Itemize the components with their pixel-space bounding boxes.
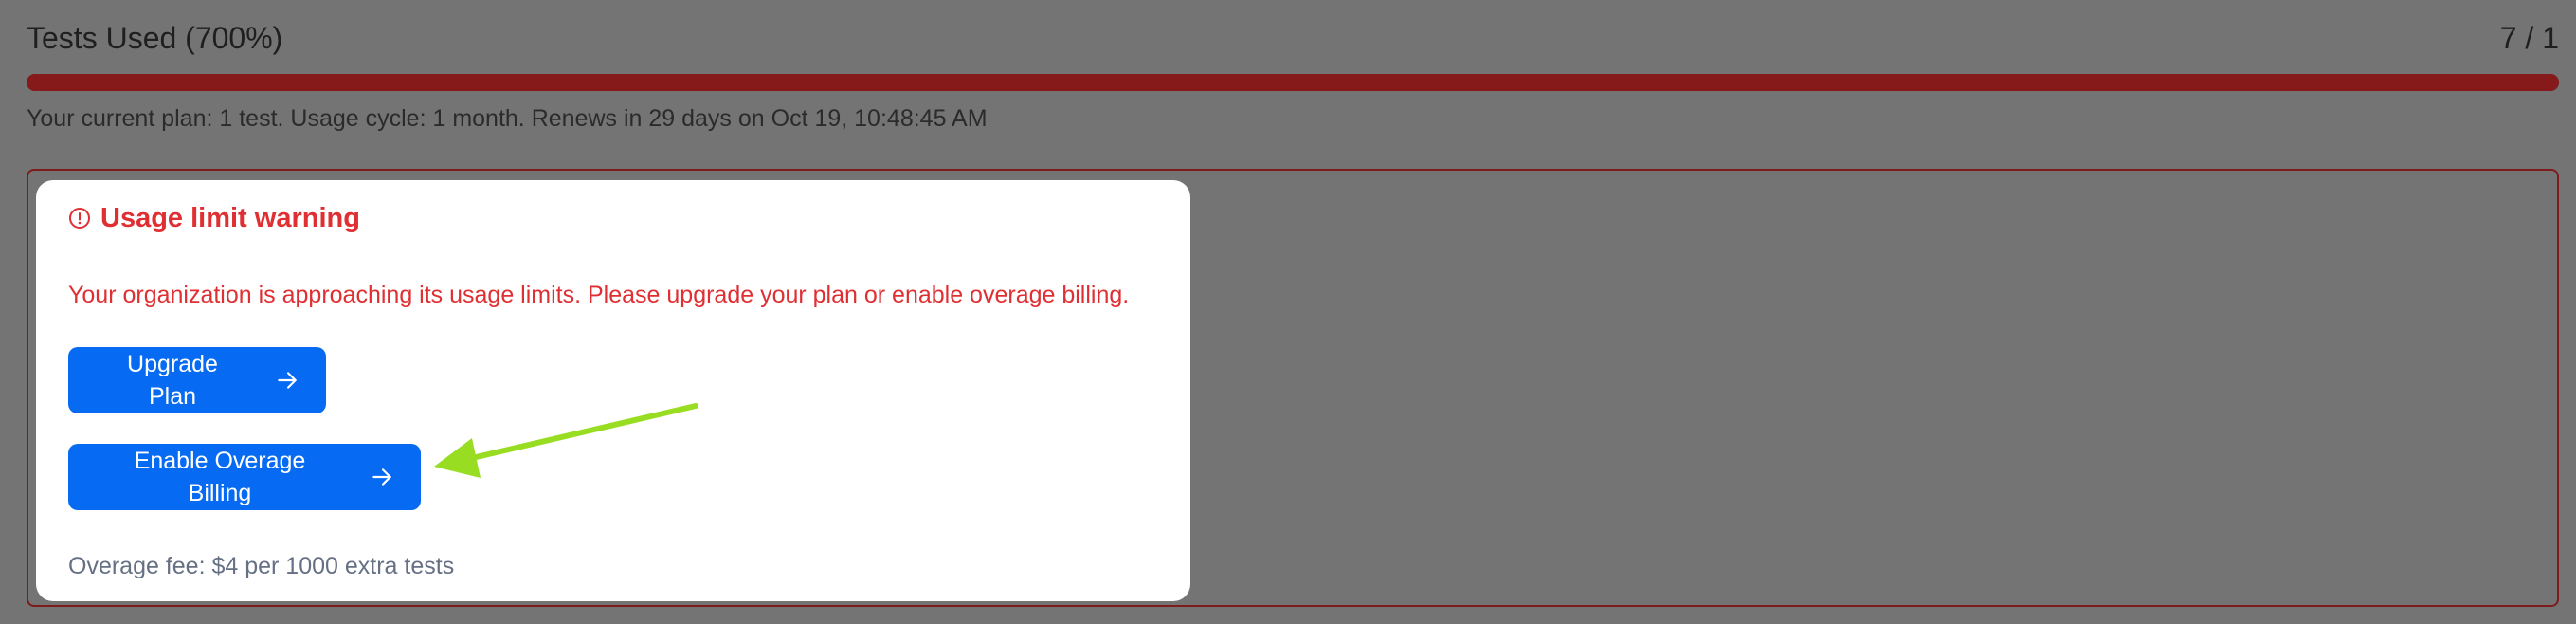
- warning-title-row: Usage limit warning: [68, 199, 360, 237]
- arrow-right-icon: [275, 368, 299, 393]
- usage-progress-bar: [27, 74, 2559, 91]
- alert-circle-icon: [68, 207, 91, 229]
- usage-title: Tests Used (700%): [27, 21, 283, 55]
- upgrade-plan-button[interactable]: Upgrade Plan: [68, 347, 326, 413]
- usage-progress-fill: [27, 74, 2559, 91]
- annotation-arrow-icon: [434, 403, 698, 478]
- warning-title: Usage limit warning: [100, 202, 360, 233]
- usage-header: Tests Used (700%) 7 / 1: [27, 17, 2559, 59]
- enable-overage-billing-button[interactable]: Enable Overage Billing: [68, 444, 421, 510]
- arrow-right-icon: [370, 465, 394, 489]
- overage-fee-text: Overage fee: $4 per 1000 extra tests: [68, 553, 455, 579]
- upgrade-plan-label: Upgrade Plan: [127, 351, 218, 410]
- warning-message: Your organization is approaching its usa…: [68, 282, 1130, 308]
- current-plan-text: Your current plan: 1 test. Usage cycle: …: [27, 105, 988, 132]
- enable-overage-billing-label: Enable Overage Billing: [134, 448, 306, 506]
- usage-count: 7 / 1: [2499, 21, 2559, 55]
